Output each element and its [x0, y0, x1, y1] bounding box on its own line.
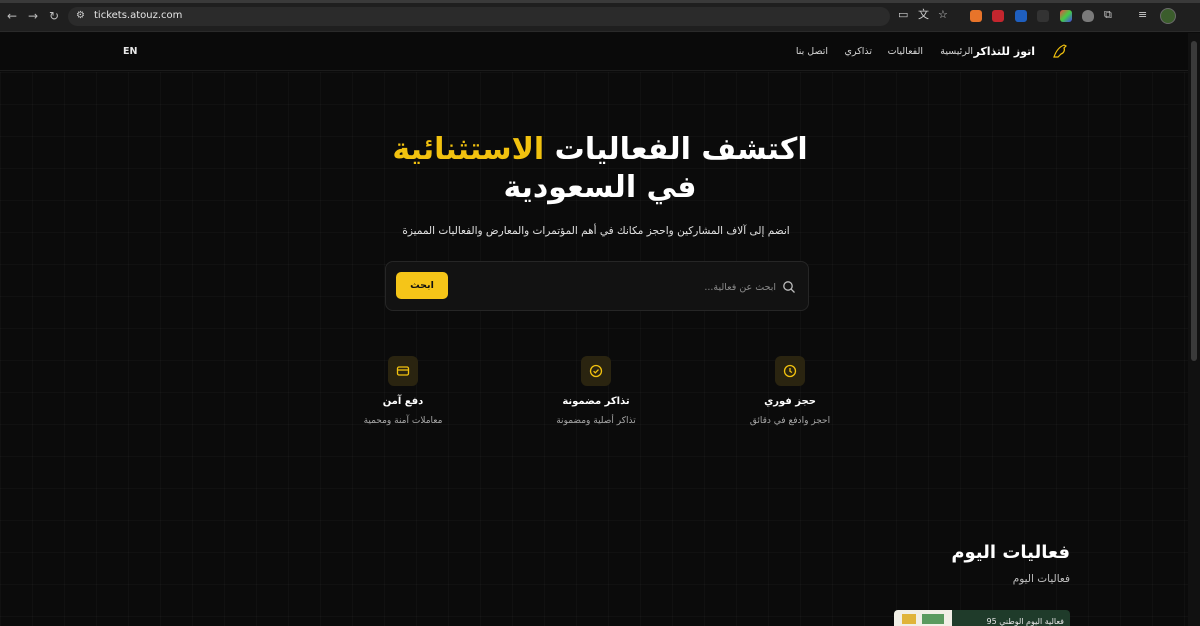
search-button[interactable]: ابحث — [396, 272, 448, 299]
hero-title-line2: في السعودية — [503, 170, 697, 205]
event-thumbnail — [894, 610, 952, 626]
feature-title: دفع آمن — [382, 396, 424, 407]
language-toggle[interactable]: EN — [123, 46, 137, 57]
feature-desc: احجز وادفع في دقائق — [749, 416, 831, 426]
event-card-title: فعالية اليوم الوطني 95 — [986, 617, 1064, 626]
extensions-puzzle-icon[interactable]: ⧉ — [1104, 8, 1112, 22]
shield-icon[interactable] — [1082, 10, 1094, 22]
brand-name[interactable]: اتوز للتذاكر — [974, 45, 1035, 58]
extension-2-icon[interactable] — [992, 10, 1004, 22]
event-card[interactable]: فعالية اليوم الوطني 95 — [894, 610, 1070, 626]
hero-section: اكتشف الفعاليات الاستثنائية في السعودية … — [0, 72, 1200, 626]
clock-icon — [775, 356, 805, 386]
hero-subtitle: انضم إلى آلاف المشاركين واحجز مكانك في أ… — [402, 225, 790, 237]
nav-home[interactable]: الرئيسية — [940, 46, 973, 57]
extension-3-icon[interactable] — [1015, 10, 1027, 22]
today-events-title: فعاليات اليوم — [951, 542, 1070, 563]
browser-toolbar: ← → ↻ ⚙ tickets.atouz.com ▭ 文 ☆ ⧉ ≡ — [0, 0, 1200, 32]
credit-card-icon — [388, 356, 418, 386]
horse-logo-icon[interactable] — [1050, 41, 1070, 61]
search-input[interactable] — [456, 274, 776, 300]
nav-events[interactable]: الفعاليات — [888, 46, 923, 57]
feature-title: تذاكر مضمونة — [562, 396, 630, 407]
extension-1-icon[interactable] — [970, 10, 982, 22]
feature-title: حجز فوري — [764, 396, 816, 407]
feature-desc: معاملات آمنة ومحمية — [363, 416, 443, 426]
install-app-icon[interactable]: ▭ — [898, 8, 908, 22]
feature-instant-booking: حجز فوري احجز وادفع في دقائق — [710, 356, 870, 426]
url-text: tickets.atouz.com — [94, 10, 183, 21]
feature-guaranteed-tickets: تذاكر مضمونة تذاكر أصلية ومضمونة — [516, 356, 676, 426]
feature-desc: تذاكر أصلية ومضمونة — [556, 416, 636, 426]
nav-contact[interactable]: اتصل بنا — [796, 46, 828, 57]
search-box: ابحث — [385, 261, 809, 311]
extension-4-icon[interactable] — [1037, 10, 1049, 22]
check-circle-icon — [581, 356, 611, 386]
site-header: اتوز للتذاكر الرئيسية الفعاليات تذاكري ا… — [0, 33, 1200, 71]
search-icon — [783, 281, 795, 293]
forward-icon[interactable]: → — [26, 9, 40, 23]
address-bar[interactable]: ⚙ tickets.atouz.com — [68, 7, 890, 26]
page-scrollbar[interactable] — [1188, 33, 1200, 626]
back-icon[interactable]: ← — [5, 9, 19, 23]
profile-avatar[interactable] — [1160, 8, 1176, 24]
nav-my-tickets[interactable]: تذاكري — [845, 46, 872, 57]
media-controls-icon[interactable]: ≡ — [1138, 8, 1147, 22]
extension-5-icon[interactable] — [1060, 10, 1072, 22]
translate-icon[interactable]: 文 — [918, 8, 929, 22]
today-events-subtitle: فعاليات اليوم — [1012, 573, 1070, 585]
bookmark-star-icon[interactable]: ☆ — [938, 8, 948, 22]
tab-strip — [0, 0, 1200, 3]
feature-secure-payment: دفع آمن معاملات آمنة ومحمية — [323, 356, 483, 426]
hero-title-highlight: الاستثنائية — [392, 132, 545, 167]
reload-icon[interactable]: ↻ — [47, 9, 61, 23]
hero-title-text: اكتشف الفعاليات — [554, 132, 808, 167]
site-info-icon[interactable]: ⚙ — [76, 10, 88, 22]
hero-title-line1: اكتشف الفعاليات الاستثنائية — [0, 132, 1200, 167]
